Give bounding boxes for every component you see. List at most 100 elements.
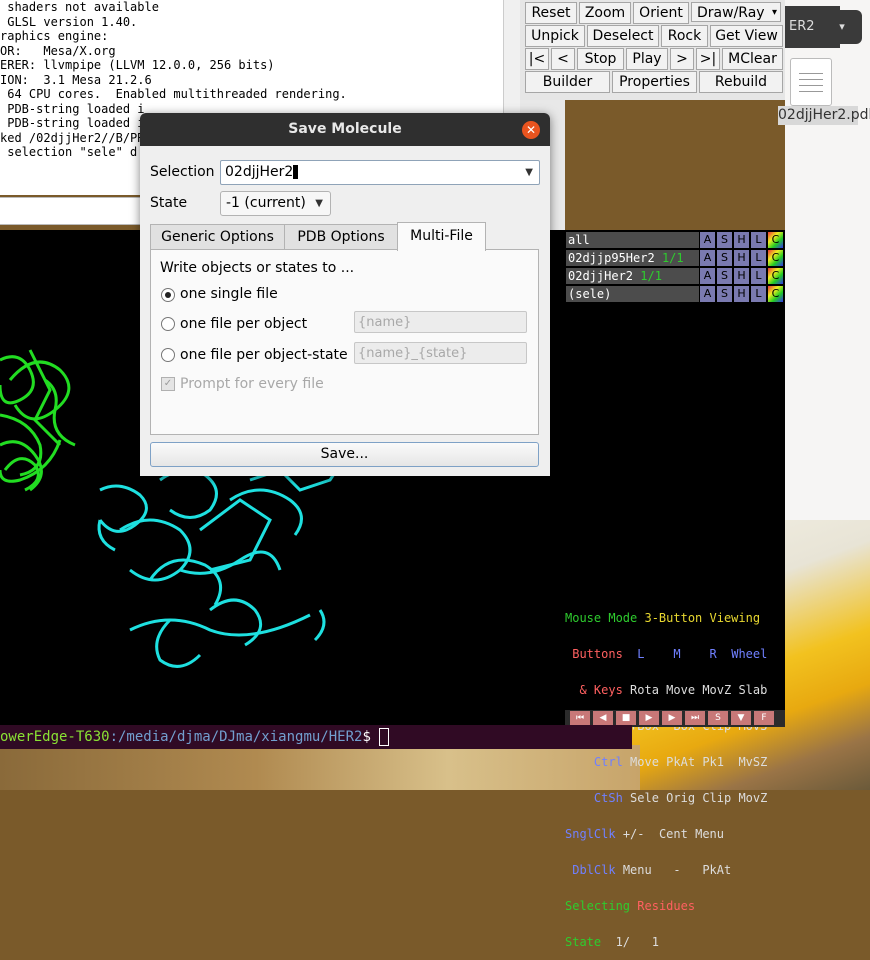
tab-generic-options[interactable]: Generic Options — [150, 224, 285, 249]
mclear-button[interactable]: MClear — [722, 48, 783, 70]
selection-value: 02djjHer2 — [225, 164, 294, 180]
log-line: 64 CPU cores. Enabled multithreaded rend… — [0, 87, 347, 101]
show-button[interactable]: S — [717, 286, 732, 302]
label-button[interactable]: L — [751, 286, 766, 302]
step-back-icon[interactable]: ◀ — [593, 711, 613, 725]
object-row-all[interactable]: all A S H L C — [565, 232, 785, 248]
object-row-sele[interactable]: (sele) A S H L C — [565, 286, 785, 302]
stop-button[interactable]: Stop — [577, 48, 624, 70]
draw-ray-label: Draw/Ray — [697, 5, 765, 21]
deselect-button[interactable]: Deselect — [587, 25, 659, 47]
show-button[interactable]: S — [717, 232, 732, 248]
hide-button[interactable]: H — [734, 268, 749, 284]
log-line: OR: Mesa/X.org — [0, 43, 116, 58]
rock-button[interactable]: Rock — [661, 25, 708, 47]
save-molecule-dialog: Save Molecule ✕ Selection 02djjHer2 ▼ Sta… — [140, 113, 550, 476]
properties-button[interactable]: Properties — [612, 71, 697, 93]
file-per-object-state-label[interactable]: one file per object-state — [180, 347, 348, 363]
action-button[interactable]: A — [700, 268, 715, 284]
fullscreen-button[interactable]: F — [754, 711, 774, 725]
document-file-icon[interactable] — [790, 58, 832, 106]
step-forward-icon[interactable]: ▶ — [662, 711, 682, 725]
action-button[interactable]: A — [700, 250, 715, 266]
terminal-prompt[interactable]: owerEdge-T630:/media/djma/DJma/xiangmu/H… — [0, 725, 632, 749]
object-row-02djjp95Her2[interactable]: 02djjp95Her2 1/1 A S H L C — [565, 250, 785, 266]
zoom-button[interactable]: Zoom — [579, 2, 631, 24]
cyan-protein-cartoon — [97, 464, 342, 668]
pymol-toolbar: Reset Zoom Orient Draw/Ray ▾ Unpick Desel… — [520, 0, 785, 100]
unpick-button[interactable]: Unpick — [525, 25, 585, 47]
object-state: 1/1 — [640, 269, 662, 283]
last-frame-button[interactable]: >| — [696, 48, 720, 70]
path-tab-label: ER2 — [789, 19, 815, 34]
draw-ray-button[interactable]: Draw/Ray ▾ — [691, 2, 781, 22]
state-label: State — [150, 195, 188, 211]
hide-button[interactable]: H — [734, 250, 749, 266]
close-icon[interactable]: ✕ — [522, 121, 540, 139]
chevron-down-icon[interactable]: ▾ — [822, 10, 862, 44]
fast-forward-icon[interactable]: ⏭ — [685, 711, 705, 725]
label-button[interactable]: L — [751, 250, 766, 266]
hide-button[interactable]: H — [734, 232, 749, 248]
multi-file-panel: Write objects or states to ... one singl… — [150, 249, 539, 435]
object-state-filename-field[interactable]: {name}_{state} — [354, 342, 527, 364]
file-name-label[interactable]: 02djjHer2.pdb — [778, 106, 870, 125]
hide-button[interactable]: H — [734, 286, 749, 302]
object-row-02djjHer2[interactable]: 02djjHer2 1/1 A S H L C — [565, 268, 785, 284]
color-button[interactable]: C — [768, 268, 783, 284]
reset-button[interactable]: Reset — [525, 2, 577, 24]
orient-button[interactable]: Orient — [633, 2, 689, 24]
rewind-icon[interactable]: ⏮ — [570, 711, 590, 725]
prompt-path: :/media/djma/DJma/xiangmu/HER2 — [109, 729, 363, 745]
file-per-object-label[interactable]: one file per object — [180, 316, 307, 332]
tab-multi-file[interactable]: Multi-File — [397, 222, 486, 251]
rebuild-button[interactable]: Rebuild — [699, 71, 783, 93]
next-frame-button[interactable]: > — [670, 48, 694, 70]
mouse-mode-label: Mouse Mode — [565, 611, 638, 625]
selection-combobox[interactable]: 02djjHer2 ▼ — [220, 160, 540, 185]
play-icon[interactable]: ▶ — [639, 711, 659, 725]
prompt-every-file-label: Prompt for every file — [180, 376, 324, 392]
object-filename-field[interactable]: {name} — [354, 311, 527, 333]
tab-pdb-options[interactable]: PDB Options — [284, 224, 398, 249]
single-file-label[interactable]: one single file — [180, 286, 278, 302]
color-button[interactable]: C — [768, 250, 783, 266]
object-name[interactable]: all — [566, 232, 699, 248]
text-cursor — [293, 165, 299, 179]
prompt-host: owerEdge-T630 — [0, 729, 110, 745]
scene-button[interactable]: S — [708, 711, 728, 725]
state-dropdown[interactable]: -1 (current) ▼ — [220, 191, 331, 216]
stop-icon[interactable]: ■ — [616, 711, 636, 725]
get-view-button[interactable]: Get View — [710, 25, 783, 47]
object-name[interactable]: 02djjp95Her2 1/1 — [566, 250, 699, 266]
color-button[interactable]: C — [768, 232, 783, 248]
first-frame-button[interactable]: |< — [525, 48, 549, 70]
action-button[interactable]: A — [700, 232, 715, 248]
dialog-title: Save Molecule — [140, 113, 550, 146]
color-button[interactable]: C — [768, 286, 783, 302]
object-list-panel: all A S H L C 02djjp95Her2 1/1 A S H L C… — [565, 230, 785, 588]
object-name[interactable]: (sele) — [566, 286, 699, 302]
log-line: shaders not available — [0, 0, 159, 14]
radio-single-file[interactable] — [161, 288, 175, 302]
action-button[interactable]: A — [700, 286, 715, 302]
object-name[interactable]: 02djjHer2 1/1 — [566, 268, 699, 284]
builder-button[interactable]: Builder — [525, 71, 610, 93]
selection-label: Selection — [150, 164, 215, 180]
mouse-mode-panel[interactable]: Mouse Mode 3-Button Viewing Buttons L M … — [565, 588, 785, 948]
play-button[interactable]: Play — [626, 48, 668, 70]
show-button[interactable]: S — [717, 268, 732, 284]
label-button[interactable]: L — [751, 232, 766, 248]
chevron-down-icon[interactable]: ▼ — [731, 711, 751, 725]
radio-file-per-object[interactable] — [161, 317, 175, 331]
log-line: GLSL version 1.40. — [0, 14, 138, 29]
prompt-checkbox[interactable]: ✓ — [161, 377, 175, 391]
label-button[interactable]: L — [751, 268, 766, 284]
radio-file-per-object-state[interactable] — [161, 348, 175, 362]
prev-frame-button[interactable]: < — [551, 48, 575, 70]
terminal-cursor — [379, 728, 390, 746]
save-button[interactable]: Save... — [150, 442, 539, 467]
desktop-wallpaper-bottom — [0, 745, 640, 790]
show-button[interactable]: S — [717, 250, 732, 266]
chevron-down-icon[interactable]: ▼ — [521, 161, 533, 184]
